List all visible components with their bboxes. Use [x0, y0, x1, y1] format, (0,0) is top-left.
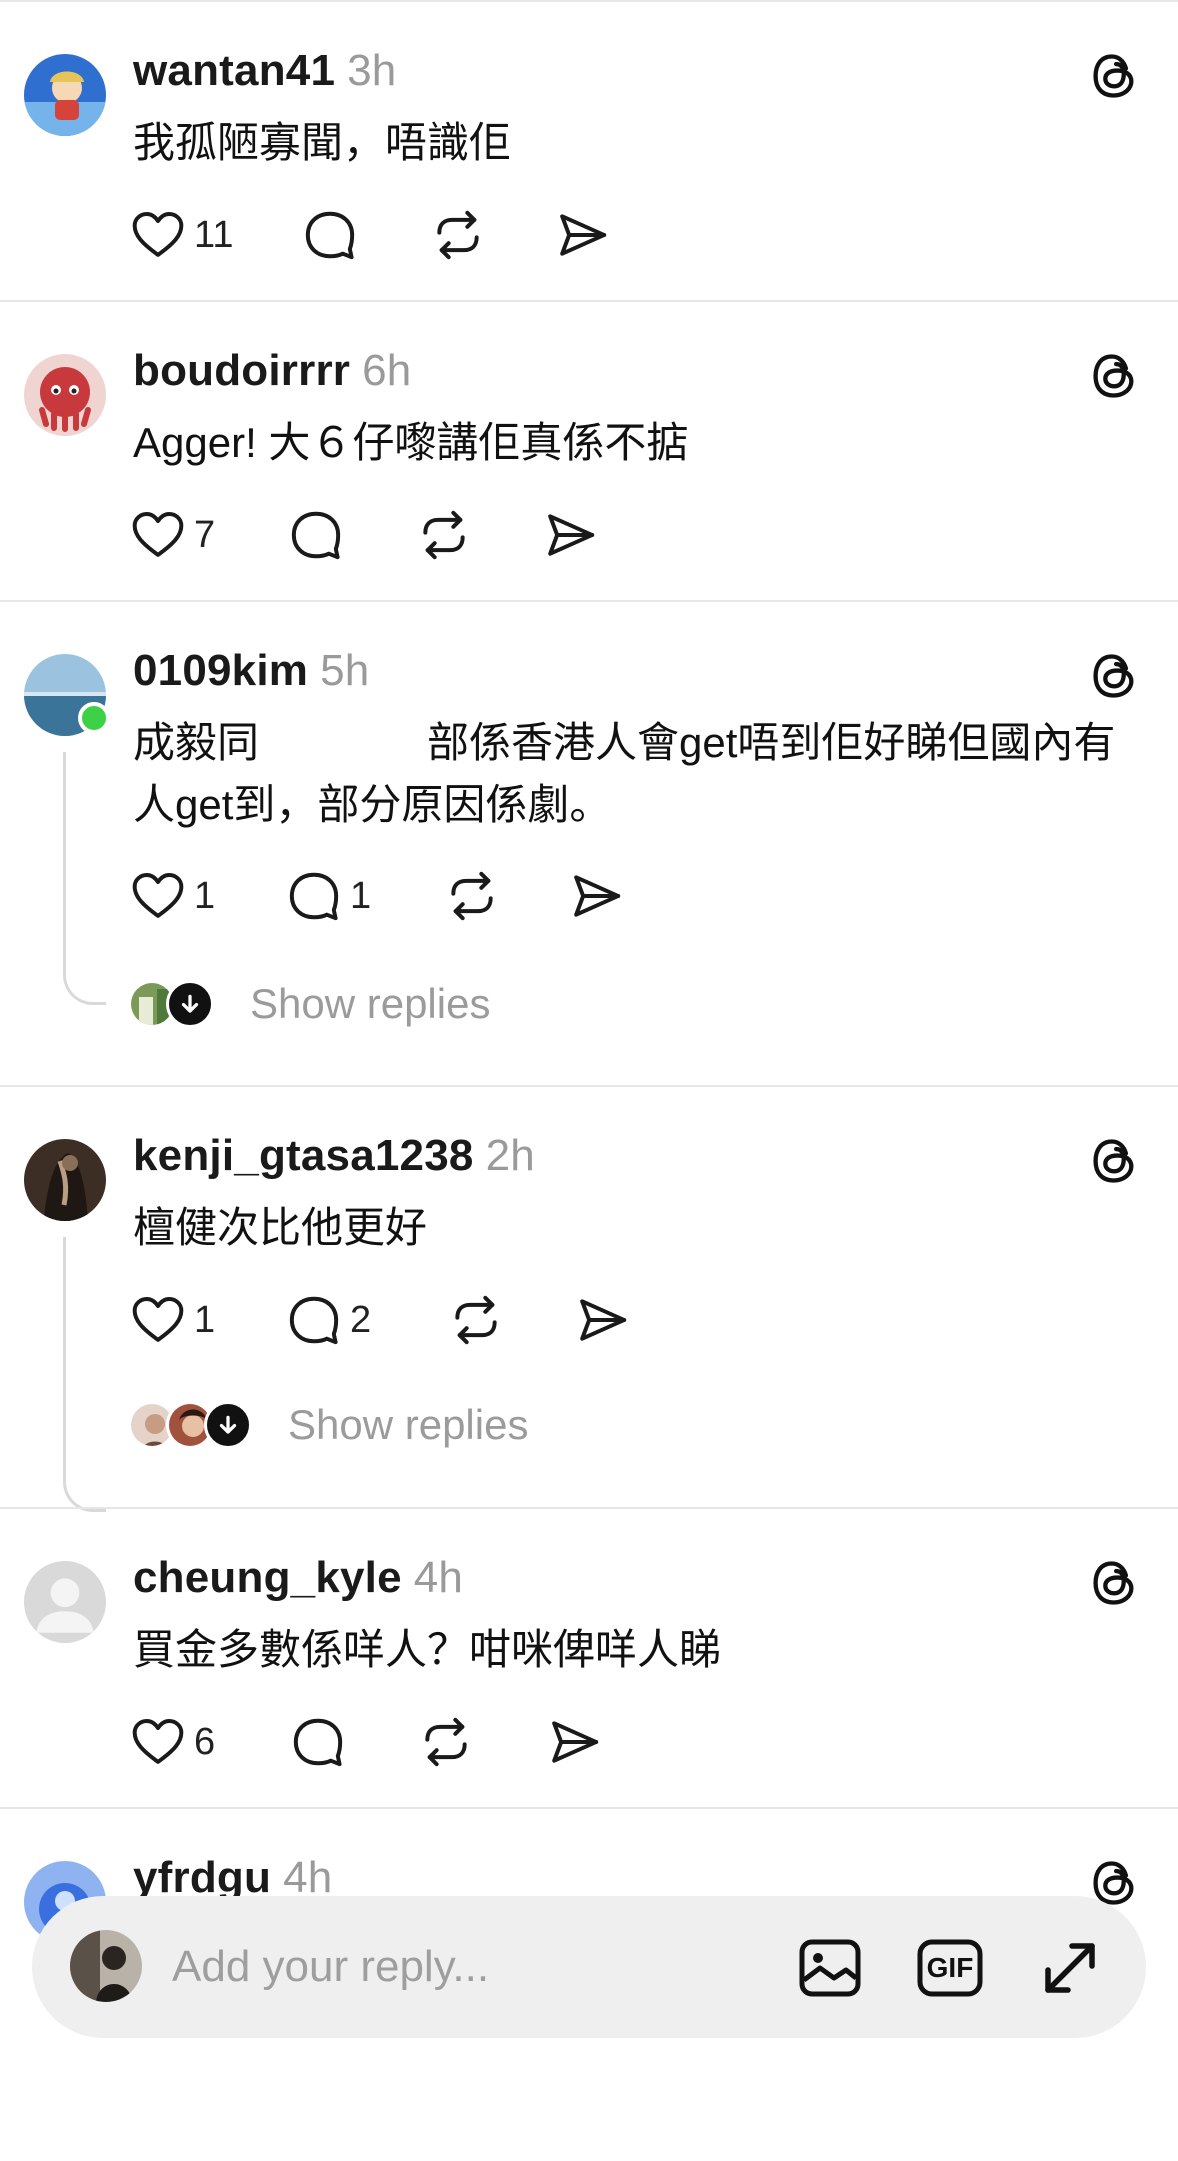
heart-icon: [130, 868, 186, 924]
username[interactable]: cheung_kyle 4h: [133, 1553, 463, 1603]
threads-logo-icon[interactable]: [1088, 1557, 1140, 1609]
share-button[interactable]: [574, 1290, 630, 1350]
repost-icon: [448, 1292, 504, 1348]
post-time: 4h: [413, 1553, 464, 1602]
repost-button[interactable]: [448, 1290, 504, 1350]
threads-logo-icon[interactable]: [1088, 1135, 1140, 1187]
reply-post: boudoirrrr 6h Agger! 大６仔嚟講佢真係不掂 7: [0, 300, 1178, 602]
repost-icon: [430, 207, 486, 263]
comment-icon: [288, 507, 344, 563]
username[interactable]: boudoirrrr 6h: [133, 346, 411, 396]
current-user-avatar: [70, 1930, 142, 2002]
comment-button[interactable]: [302, 205, 358, 265]
post-text: 檀健次比他更好: [133, 1204, 428, 1251]
like-button[interactable]: 7: [130, 505, 215, 565]
like-count: 11: [194, 213, 234, 256]
threads-logo-icon[interactable]: [1088, 350, 1140, 402]
avatar[interactable]: [24, 1139, 106, 1221]
like-button[interactable]: 1: [130, 866, 215, 926]
send-icon: [568, 868, 624, 924]
threads-logo-icon[interactable]: [1088, 650, 1140, 702]
comment-count: 2: [350, 1298, 372, 1341]
username[interactable]: wantan41 3h: [133, 46, 396, 96]
avatar[interactable]: [24, 354, 106, 436]
reply-post: wantan41 3h 我孤陋寡聞，唔識佢 11: [0, 0, 1178, 302]
thread-line: [63, 1237, 106, 1512]
like-count: 7: [194, 513, 216, 556]
repost-button[interactable]: [418, 1712, 474, 1772]
show-replies-row[interactable]: Show replies: [128, 1395, 568, 1455]
expand-icon[interactable]: [1034, 1932, 1106, 2004]
threads-replies-page: wantan41 3h 我孤陋寡聞，唔識佢 11 boudoirrrr 6h Agg…: [0, 0, 1178, 2161]
send-icon: [574, 1292, 630, 1348]
username[interactable]: kenji_gtasa1238 2h: [133, 1131, 535, 1181]
gif-label: GIF: [926, 1952, 974, 1983]
comment-button[interactable]: [290, 1712, 346, 1772]
blurred-text-region: [268, 720, 400, 776]
like-button[interactable]: 6: [130, 1712, 215, 1772]
comment-count: 1: [350, 874, 372, 917]
gif-icon[interactable]: GIF: [914, 1932, 986, 2004]
send-icon: [542, 507, 598, 563]
share-button[interactable]: [546, 1712, 602, 1772]
repost-button[interactable]: [416, 505, 472, 565]
repost-icon: [444, 868, 500, 924]
post-text: 買金多數係咩人？咁咪俾咩人睇: [133, 1626, 722, 1673]
comment-button[interactable]: 1: [286, 866, 371, 926]
send-icon: [546, 1714, 602, 1770]
comment-icon: [290, 1714, 346, 1770]
action-bar: 7: [130, 505, 830, 565]
action-bar: 1 2: [130, 1290, 830, 1350]
reply-composer[interactable]: Add your reply... GIF: [32, 1896, 1146, 2038]
comment-icon: [302, 207, 358, 263]
reply-post: 0109kim 5h 成毅同 部係香港人會get唔到佢好睇但國內有人get到，部分…: [0, 600, 1178, 1087]
image-icon[interactable]: [794, 1932, 866, 2004]
comment-button[interactable]: 2: [286, 1290, 371, 1350]
comment-icon: [286, 868, 342, 924]
reply-input[interactable]: Add your reply...: [172, 1936, 489, 1998]
post-time: 5h: [320, 646, 370, 695]
like-count: 1: [194, 874, 216, 917]
like-button[interactable]: 1: [130, 1290, 215, 1350]
heart-icon: [130, 1714, 186, 1770]
post-text: Agger! 大６仔嚟講佢真係不掂: [133, 419, 689, 466]
like-button[interactable]: 11: [130, 205, 233, 265]
action-bar: 6: [130, 1712, 830, 1772]
share-button[interactable]: [542, 505, 598, 565]
show-replies-link[interactable]: Show replies: [288, 1395, 528, 1455]
post-time: 2h: [485, 1131, 535, 1180]
action-bar: 1 1: [130, 866, 830, 926]
action-bar: 11: [130, 205, 830, 265]
heart-icon: [130, 207, 186, 263]
heart-icon: [130, 507, 186, 563]
repost-button[interactable]: [430, 205, 486, 265]
like-count: 6: [194, 1720, 216, 1763]
avatar[interactable]: [24, 1561, 106, 1643]
post-time: 6h: [362, 346, 412, 395]
share-button[interactable]: [554, 205, 610, 265]
comment-button[interactable]: [288, 505, 344, 565]
post-time: 3h: [347, 46, 397, 95]
post-time: 4h: [283, 1853, 333, 1902]
repost-button[interactable]: [444, 866, 500, 926]
repost-icon: [416, 507, 472, 563]
reply-post: kenji_gtasa1238 2h 檀健次比他更好 1 2 Show repl…: [0, 1085, 1178, 1512]
thread-line: [63, 752, 106, 1005]
show-replies-row[interactable]: Show replies: [128, 974, 528, 1034]
send-icon: [554, 207, 610, 263]
online-status-dot: [78, 702, 110, 734]
show-replies-link[interactable]: Show replies: [250, 974, 490, 1034]
comment-icon: [286, 1292, 342, 1348]
expand-arrow-icon: [166, 980, 214, 1028]
share-button[interactable]: [568, 866, 624, 926]
post-text: 我孤陋寡聞，唔識佢: [133, 119, 512, 166]
expand-arrow-icon: [204, 1401, 252, 1449]
avatar[interactable]: [24, 54, 106, 136]
username[interactable]: 0109kim 5h: [133, 646, 369, 696]
reply-post: cheung_kyle 4h 買金多數係咩人？咁咪俾咩人睇 6: [0, 1507, 1178, 1809]
repost-icon: [418, 1714, 474, 1770]
heart-icon: [130, 1292, 186, 1348]
threads-logo-icon[interactable]: [1088, 50, 1140, 102]
like-count: 1: [194, 1298, 216, 1341]
